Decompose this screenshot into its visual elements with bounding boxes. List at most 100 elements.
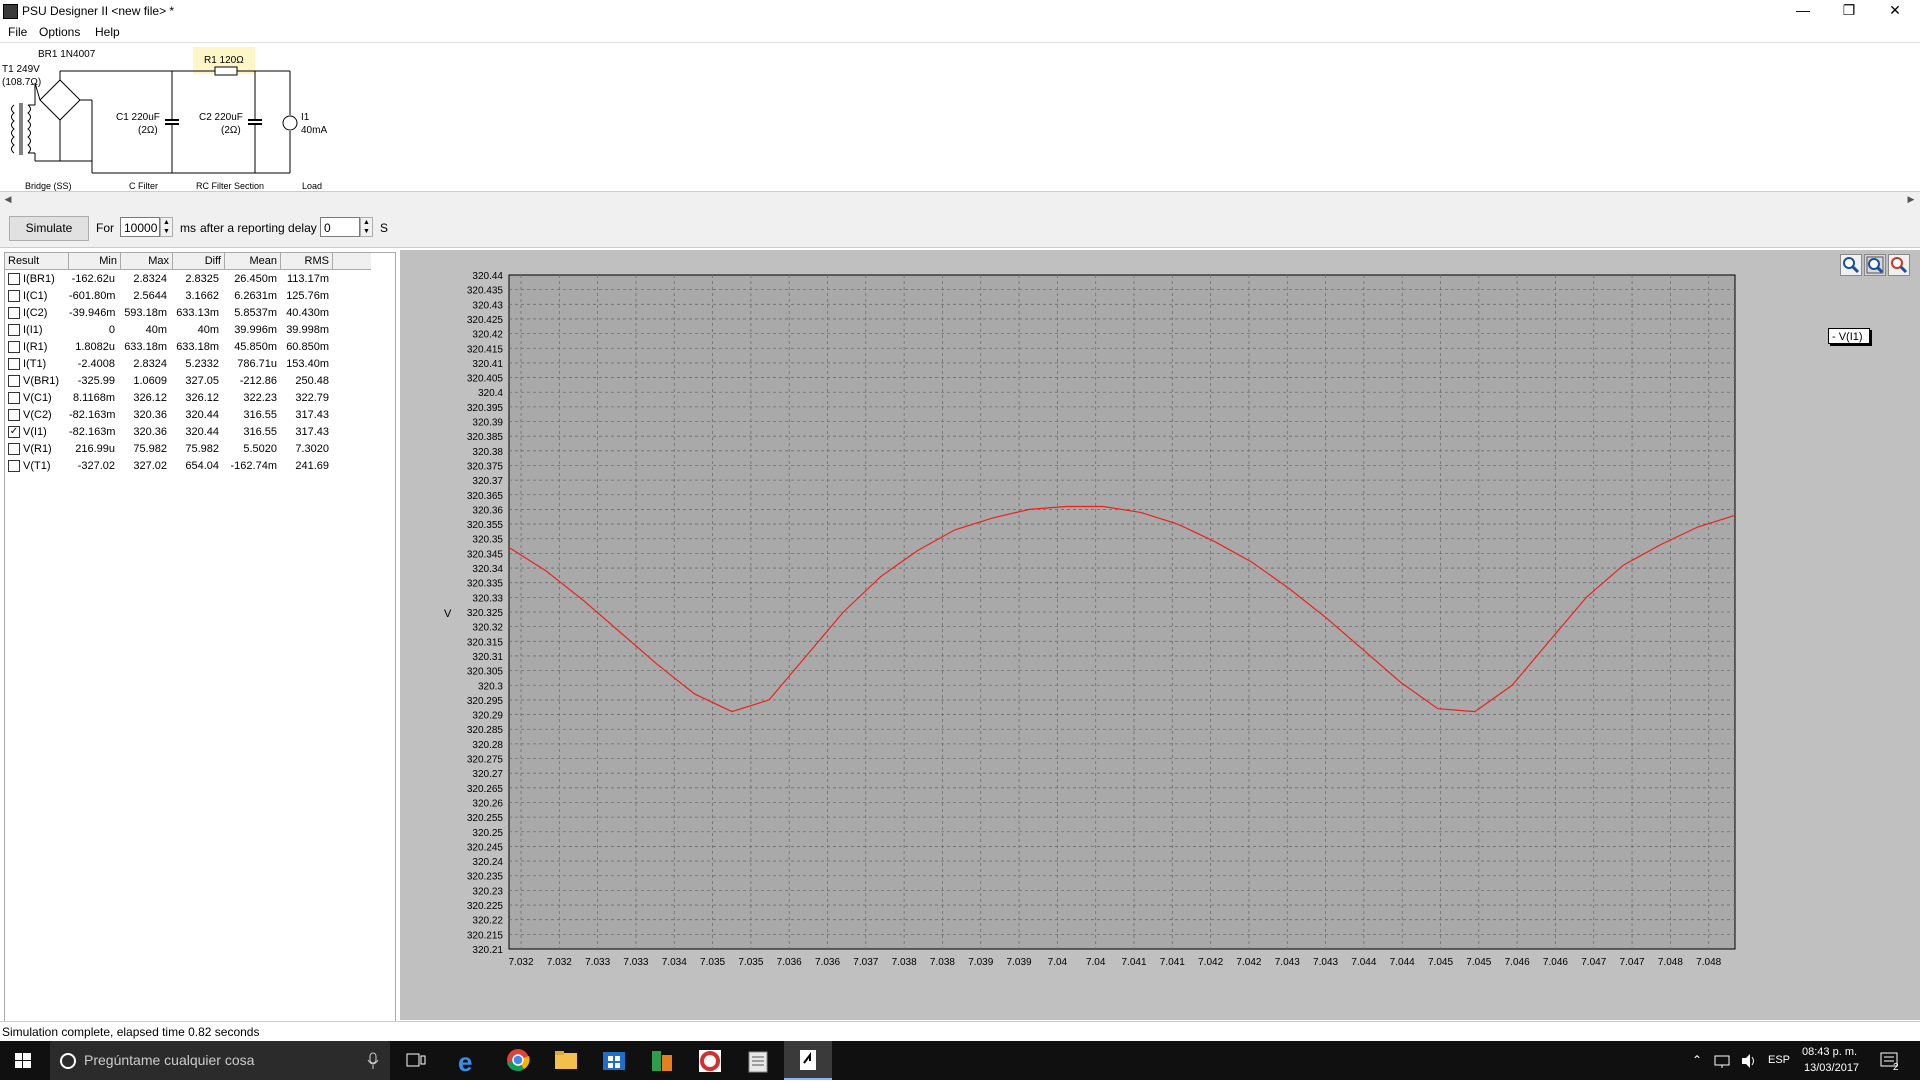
menu-help[interactable]: Help xyxy=(95,25,120,39)
zoom-in-icon[interactable] xyxy=(1840,254,1862,276)
cell-min: 1.8082u xyxy=(75,341,115,353)
tray-chevron-icon[interactable]: ⌃ xyxy=(1692,1053,1702,1067)
row-checkbox[interactable]: ✓ xyxy=(8,426,20,438)
cell-max: 327.02 xyxy=(133,460,167,472)
cell-rms: 322.79 xyxy=(295,392,329,404)
y-tick-label: 320.265 xyxy=(467,784,504,795)
psu-designer-icon[interactable] xyxy=(784,1041,832,1080)
cell-min: -2.4008 xyxy=(77,358,115,370)
task-view-icon[interactable] xyxy=(392,1041,440,1080)
cell-diff: 2.8325 xyxy=(185,273,219,285)
file-explorer-icon[interactable] xyxy=(542,1041,590,1080)
row-checkbox[interactable] xyxy=(8,341,20,353)
row-checkbox[interactable] xyxy=(8,443,20,455)
table-row[interactable]: I(C1) -601.80m 2.5644 3.1662 6.2631m 125.76m xyxy=(5,288,371,305)
duration-spinner[interactable]: ▲ ▼ xyxy=(160,217,173,237)
legend-v-i1[interactable]: - V(I1) xyxy=(1828,328,1870,344)
col-max[interactable]: Max xyxy=(121,253,173,269)
table-row[interactable]: I(C2) -39.946m 593.18m 633.13m 5.8537m 40.430… xyxy=(5,305,371,322)
cell-min: -325.99 xyxy=(77,375,115,387)
notepad-icon[interactable] xyxy=(734,1041,782,1080)
cell-min: -327.02 xyxy=(77,460,115,472)
cell-mean: 786.71u xyxy=(237,358,277,370)
cell-mean: 322.23 xyxy=(243,392,277,404)
row-checkbox[interactable] xyxy=(8,375,20,387)
y-tick-label: 320.31 xyxy=(472,652,503,663)
office-icon[interactable] xyxy=(638,1041,686,1080)
network-icon[interactable] xyxy=(1714,1053,1732,1069)
notification-count: 2 xyxy=(1893,1062,1899,1073)
table-row[interactable]: I(R1) 1.8082u 633.18m 633.18m 45.850m 60.850m xyxy=(5,339,371,356)
col-diff[interactable]: Diff xyxy=(173,253,225,269)
zoom-fit-icon[interactable] xyxy=(1864,254,1886,276)
language-indicator[interactable]: ESP xyxy=(1768,1054,1790,1066)
plot-area[interactable]: - V(I1) 320.44 320.435 320.43 320.425 320.42… xyxy=(400,250,1920,1020)
col-result[interactable]: Result xyxy=(5,253,69,269)
cell-diff: 327.05 xyxy=(185,375,219,387)
table-row[interactable]: I(I1) 0 40m 40m 39.996m 39.998m xyxy=(5,322,371,339)
row-checkbox[interactable] xyxy=(8,409,20,421)
row-checkbox[interactable] xyxy=(8,324,20,336)
scroll-left-icon[interactable]: ◀ xyxy=(1,193,15,206)
y-tick-label: 320.34 xyxy=(472,564,503,575)
row-checkbox[interactable] xyxy=(8,307,20,319)
x-tick-label: 7.042 xyxy=(1236,957,1261,968)
delay-input[interactable]: 0 xyxy=(320,217,360,237)
clock-time[interactable]: 08:43 p. m. xyxy=(1802,1046,1857,1058)
x-tick-label: 7.036 xyxy=(777,957,802,968)
y-tick-label: 320.295 xyxy=(467,696,504,707)
ccleaner-icon[interactable] xyxy=(686,1041,734,1080)
duration-input[interactable]: 10000 xyxy=(120,217,160,237)
x-tick-label: 7.038 xyxy=(930,957,955,968)
row-checkbox[interactable] xyxy=(8,273,20,285)
y-tick-label: 320.42 xyxy=(472,330,503,341)
menu-options[interactable]: Options xyxy=(39,25,80,39)
col-mean[interactable]: Mean xyxy=(225,253,281,269)
col-min[interactable]: Min xyxy=(69,253,121,269)
table-row[interactable]: V(C2) -82.163m 320.36 320.44 316.55 317.43 xyxy=(5,407,371,424)
schematic-scrollbar[interactable]: ◀ ▶ xyxy=(0,191,1920,208)
simulate-button[interactable]: Simulate xyxy=(9,216,89,241)
cortana-icon xyxy=(60,1053,76,1069)
volume-icon[interactable] xyxy=(1740,1053,1758,1069)
chrome-icon[interactable] xyxy=(494,1041,542,1080)
minimize-icon[interactable]: — xyxy=(1780,0,1826,22)
row-checkbox[interactable] xyxy=(8,358,20,370)
row-checkbox[interactable] xyxy=(8,392,20,404)
table-row[interactable]: V(C1) 8.1168m 326.12 326.12 322.23 322.79 xyxy=(5,390,371,407)
row-checkbox[interactable] xyxy=(8,460,20,472)
x-tick-label: 7.034 xyxy=(662,957,687,968)
menu-file[interactable]: File xyxy=(8,25,27,39)
y-tick-label: 320.43 xyxy=(472,300,503,311)
clock-date[interactable]: 13/03/2017 xyxy=(1804,1062,1859,1074)
schematic-view[interactable]: T1 249V (108.7Ω) BR1 1N4007 R1 120Ω C1 2… xyxy=(0,43,1920,191)
table-row[interactable]: I(T1) -2.4008 2.8324 5.2332 786.71u 153.40m xyxy=(5,356,371,373)
bridge-label: BR1 1N4007 xyxy=(38,49,96,60)
cell-mean: 5.5020 xyxy=(243,443,277,455)
cell-diff: 5.2332 xyxy=(185,358,219,370)
cell-min: 0 xyxy=(108,324,115,336)
store-icon[interactable] xyxy=(590,1041,638,1080)
table-row[interactable]: I(BR1) -162.62u 2.8324 2.8325 26.450m 113.17m xyxy=(5,271,371,288)
col-rms[interactable]: RMS xyxy=(281,253,333,269)
y-tick-label: 320.215 xyxy=(467,930,504,941)
y-tick-label: 320.37 xyxy=(472,476,503,487)
cell-min: -162.62u xyxy=(71,273,115,285)
table-row[interactable]: V(BR1) -325.99 1.0609 327.05 -212.86 250.48 xyxy=(5,373,371,390)
row-checkbox[interactable] xyxy=(8,290,20,302)
start-button[interactable] xyxy=(0,1041,48,1080)
table-row[interactable]: ✓ V(I1) -82.163m 320.36 320.44 316.55 317.43 xyxy=(5,424,371,441)
cell-rms: 60.850m xyxy=(286,341,329,353)
table-row[interactable]: V(R1) 216.99u 75.982 75.982 5.5020 7.3020 xyxy=(5,441,371,458)
cell-mean: 45.850m xyxy=(234,341,277,353)
scroll-right-icon[interactable]: ▶ xyxy=(1904,193,1918,206)
microphone-icon[interactable] xyxy=(366,1052,380,1070)
y-tick-label: 320.36 xyxy=(472,505,503,516)
close-icon[interactable]: ✕ xyxy=(1872,0,1918,22)
restore-icon[interactable]: ❐ xyxy=(1826,0,1872,22)
table-row[interactable]: V(T1) -327.02 327.02 654.04 -162.74m 241.69 xyxy=(5,458,371,475)
zoom-out-icon[interactable] xyxy=(1888,254,1910,276)
search-box[interactable]: Pregúntame cualquier cosa xyxy=(50,1041,390,1080)
delay-spinner[interactable]: ▲ ▼ xyxy=(360,217,373,237)
edge-icon[interactable]: e xyxy=(444,1041,492,1080)
